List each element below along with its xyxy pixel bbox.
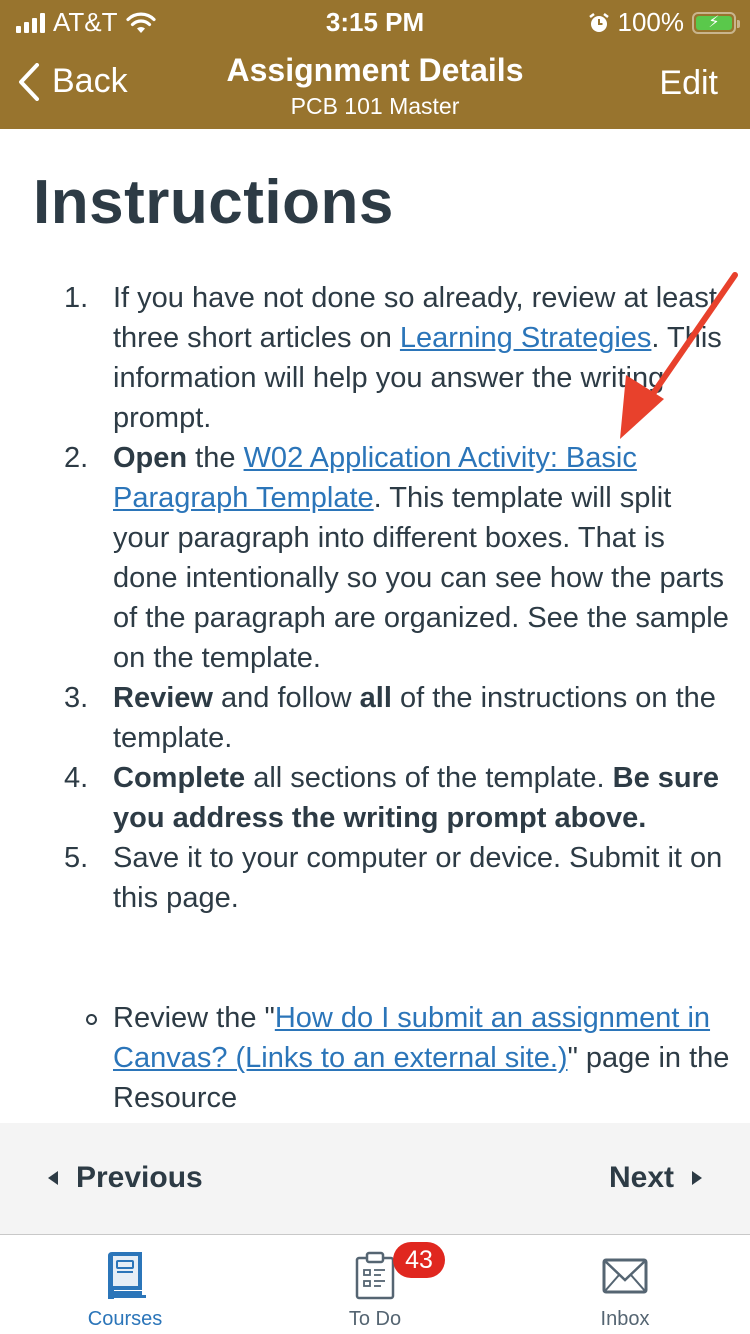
item-number: 5. (64, 842, 89, 874)
item-text: all sections of the template. (245, 762, 613, 794)
item-number: 3. (64, 682, 89, 714)
edit-button[interactable]: Edit (659, 64, 718, 103)
tab-bar: Courses 43 To Do Inbox (0, 1236, 750, 1334)
item-bold-text: all (359, 682, 392, 714)
item-number: 1. (64, 282, 89, 314)
previous-button[interactable]: Previous (48, 1161, 203, 1195)
item-text: Review the " (113, 1002, 275, 1034)
course-subtitle: PCB 101 Master (290, 93, 460, 119)
item-bold-text: Open (113, 442, 188, 474)
caret-right-icon (692, 1171, 702, 1185)
instructions-heading: Instructions (33, 168, 394, 237)
item-bold-text: Review (113, 682, 213, 714)
previous-label: Previous (76, 1161, 203, 1194)
clipboard-icon (355, 1251, 395, 1300)
book-icon (108, 1252, 146, 1299)
item-bold-text: Complete (113, 762, 246, 794)
item-text: the (187, 442, 244, 474)
next-label: Next (608, 1161, 674, 1194)
alarm-icon (588, 12, 609, 32)
item-number: 2. (64, 442, 89, 474)
navigation-bar: Back Assignment Details PCB 101 Master E… (0, 40, 750, 129)
tab-courses[interactable]: Courses (0, 1236, 250, 1334)
tab-inbox[interactable]: Inbox (500, 1236, 750, 1334)
tab-label: Inbox (600, 1308, 650, 1330)
learning-strategies-link[interactable]: Learning Strategies (400, 322, 652, 354)
list-item: 4. Complete all sections of the template… (64, 758, 734, 838)
todo-count-badge: 43 (393, 1242, 445, 1278)
list-item: 3. Review and follow all of the instruct… (64, 678, 734, 758)
list-item: 2. Open the W02 Application Activity: Ba… (64, 438, 734, 678)
instructions-list: 1. If you have not done so already, revi… (64, 278, 734, 918)
nav-title-block: Assignment Details PCB 101 Master (0, 52, 750, 120)
list-item: 1. If you have not done so already, revi… (64, 278, 734, 438)
app-header: AT&T 3:15 PM 100% ⚡ Back Assignment Deta… (0, 0, 750, 129)
battery-percent: 100% (617, 7, 685, 37)
item-text: Save it to your computer or device. Subm… (113, 842, 723, 914)
page-title: Assignment Details (226, 52, 524, 88)
pager-bar: Previous Next (0, 1123, 750, 1235)
tab-label: Courses (87, 1308, 163, 1330)
battery-charging-icon: ⚡ (692, 11, 740, 34)
item-number: 4. (64, 762, 89, 794)
status-bar: AT&T 3:15 PM 100% ⚡ (0, 0, 750, 40)
envelope-icon (602, 1258, 648, 1294)
item-text: and follow (212, 682, 360, 714)
list-item: 5. Save it to your computer or device. S… (64, 838, 734, 918)
tab-todo[interactable]: 43 To Do (250, 1236, 500, 1334)
bullet-circle-icon (86, 1014, 97, 1025)
assignment-content[interactable]: Instructions 1. If you have not done so … (0, 129, 750, 1123)
tab-label: To Do (348, 1308, 402, 1330)
next-button[interactable]: Next (609, 1161, 702, 1195)
caret-left-icon (48, 1171, 58, 1185)
sub-list: Review the "How do I submit an assignmen… (86, 998, 743, 1118)
sub-list-item: Review the "How do I submit an assignmen… (33, 998, 743, 1118)
